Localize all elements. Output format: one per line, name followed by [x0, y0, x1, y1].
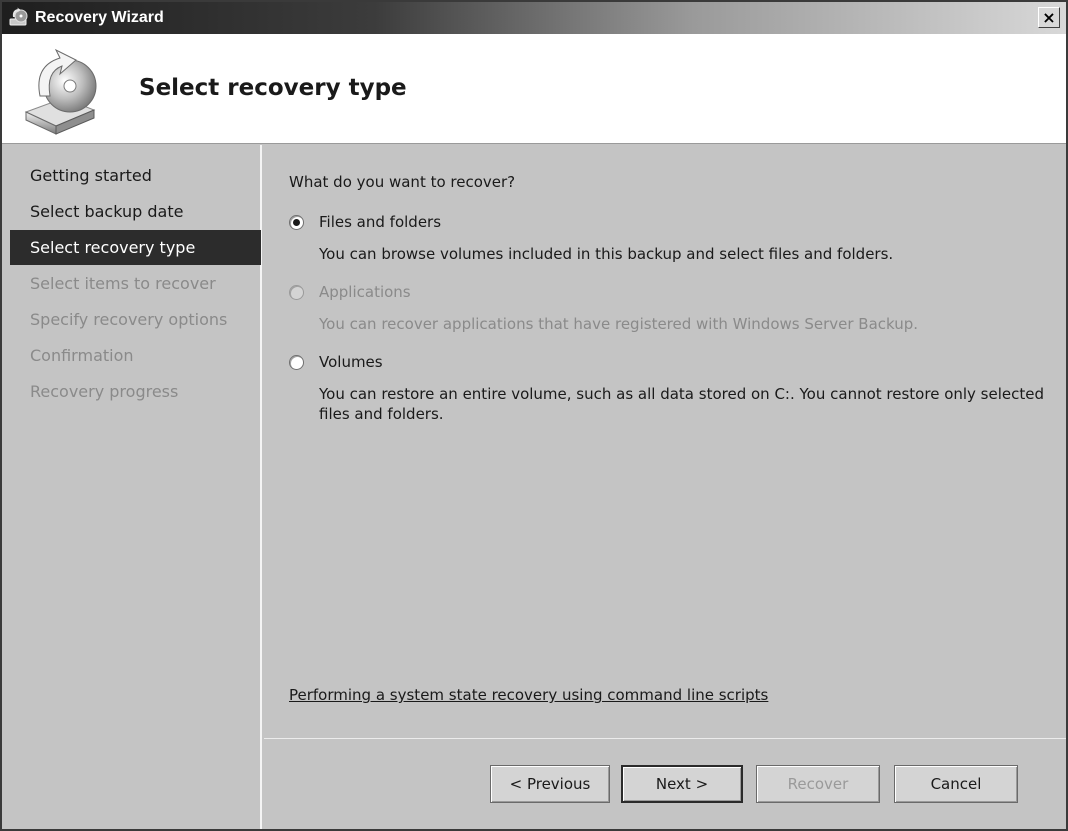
step-getting-started[interactable]: Getting started	[2, 158, 260, 193]
close-button[interactable]: ×	[1038, 7, 1060, 28]
step-select-recovery-type[interactable]: Select recovery type	[10, 230, 261, 265]
previous-button[interactable]: < Previous	[490, 765, 610, 803]
cancel-button[interactable]: Cancel	[894, 765, 1018, 803]
main-content: What do you want to recover? Files and f…	[264, 145, 1066, 733]
applications-radio	[289, 285, 304, 300]
close-icon: ×	[1042, 8, 1056, 27]
volumes-label[interactable]: Volumes	[319, 353, 383, 371]
volumes-description: You can restore an entire volume, such a…	[319, 385, 1045, 423]
volumes-radio[interactable]	[289, 355, 304, 370]
files-and-folders-label[interactable]: Files and folders	[319, 213, 441, 231]
step-confirmation: Confirmation	[30, 346, 134, 365]
recover-question: What do you want to recover?	[289, 173, 516, 191]
backup-app-icon	[8, 7, 30, 29]
recover-button: Recover	[756, 765, 880, 803]
next-button[interactable]: Next >	[621, 765, 743, 803]
step-specify-recovery-options: Specify recovery options	[30, 310, 228, 329]
title-bar[interactable]: Recovery Wizard ×	[2, 2, 1066, 34]
step-select-items-to-recover: Select items to recover	[30, 274, 216, 293]
step-recovery-progress: Recovery progress	[30, 382, 179, 401]
wizard-header: Select recovery type	[2, 34, 1066, 144]
files-and-folders-description: You can browse volumes included in this …	[319, 245, 894, 263]
window-title: Recovery Wizard	[35, 9, 164, 26]
step-select-backup-date[interactable]: Select backup date	[2, 194, 260, 229]
page-title: Select recovery type	[139, 75, 407, 101]
wizard-footer: < Previous Next > Recover Cancel	[264, 738, 1066, 829]
files-and-folders-radio[interactable]	[289, 215, 304, 230]
backup-recovery-icon	[20, 46, 110, 136]
applications-label: Applications	[319, 283, 411, 301]
recovery-wizard-window: Recovery Wizard × Select recovery type G…	[0, 0, 1068, 831]
wizard-steps-sidebar: Getting started Select backup date Selec…	[2, 145, 262, 829]
applications-description: You can recover applications that have r…	[319, 315, 919, 333]
system-state-recovery-link[interactable]: Performing a system state recovery using…	[289, 686, 768, 704]
